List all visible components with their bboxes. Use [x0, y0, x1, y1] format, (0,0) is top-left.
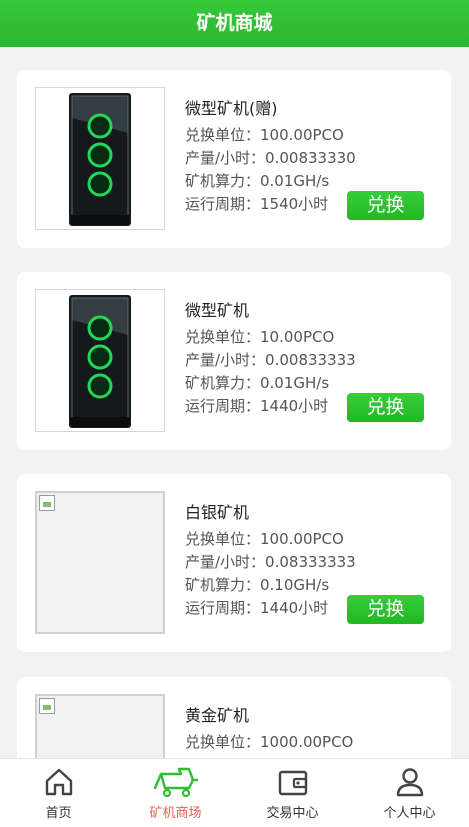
tab-label: 交易中心	[266, 806, 319, 821]
exchange-price: 兑换单位：100.00PCO	[185, 530, 344, 548]
product-image[interactable]	[35, 87, 165, 230]
tab-trade-center[interactable]: 交易中心	[234, 759, 351, 827]
product-info: 黄金矿机 兑换单位：1000.00PCO	[185, 703, 435, 754]
product-card: 黄金矿机 兑换单位：1000.00PCO	[17, 677, 451, 758]
hash-power: 矿机算力：0.10GH/s	[185, 576, 330, 594]
product-card: 微型矿机 兑换单位：10.00PCO 产量/小时：0.00833333 矿机算力…	[17, 272, 451, 450]
product-name: 微型矿机	[185, 301, 250, 320]
product-image[interactable]	[35, 491, 165, 634]
exchange-price: 兑换单位：100.00PCO	[185, 126, 344, 144]
user-icon	[396, 768, 424, 797]
tab-label: 个人中心	[383, 806, 436, 821]
tab-profile[interactable]: 个人中心	[351, 759, 468, 827]
app-header: 矿机商城	[0, 0, 469, 47]
hash-power: 矿机算力：0.01GH/s	[185, 374, 330, 392]
hourly-output: 产量/小时：0.08333333	[185, 553, 356, 571]
wallet-icon	[278, 770, 308, 796]
product-card: 白银矿机 兑换单位：100.00PCO 产量/小时：0.08333333 矿机算…	[17, 474, 451, 652]
exchange-button[interactable]: 兑换	[347, 191, 424, 220]
hourly-output: 产量/小时：0.00833330	[185, 149, 356, 167]
broken-image-icon	[39, 698, 55, 714]
product-card: 微型矿机(赠) 兑换单位：100.00PCO 产量/小时：0.00833330 …	[17, 70, 451, 248]
product-name: 黄金矿机	[185, 706, 250, 725]
product-list[interactable]: 微型矿机(赠) 兑换单位：100.00PCO 产量/小时：0.00833330 …	[0, 47, 469, 758]
exchange-price: 兑换单位：10.00PCO	[185, 328, 335, 346]
tab-miner-shop[interactable]: 矿机商场	[117, 759, 234, 827]
product-image[interactable]	[35, 289, 165, 432]
home-icon	[45, 768, 73, 796]
page-title: 矿机商城	[196, 12, 273, 34]
hourly-output: 产量/小时：0.00833333	[185, 351, 356, 369]
exchange-price: 兑换单位：1000.00PCO	[185, 733, 354, 751]
exchange-button[interactable]: 兑换	[347, 393, 424, 422]
exchange-button[interactable]: 兑换	[347, 595, 424, 624]
product-name: 白银矿机	[185, 503, 250, 522]
tab-label: 矿机商场	[149, 806, 202, 821]
tab-label: 首页	[45, 806, 72, 821]
product-image[interactable]	[35, 694, 165, 758]
broken-image-icon	[39, 495, 55, 511]
pc-case-image	[36, 88, 164, 229]
miner-cart-icon	[153, 767, 199, 798]
tab-home[interactable]: 首页	[0, 759, 117, 827]
bottom-tab-bar: 首页 矿机商场 交易中心 个人中心	[0, 758, 469, 827]
product-name: 微型矿机(赠)	[185, 99, 278, 118]
hash-power: 矿机算力：0.01GH/s	[185, 172, 330, 190]
pc-case-image	[36, 290, 164, 431]
